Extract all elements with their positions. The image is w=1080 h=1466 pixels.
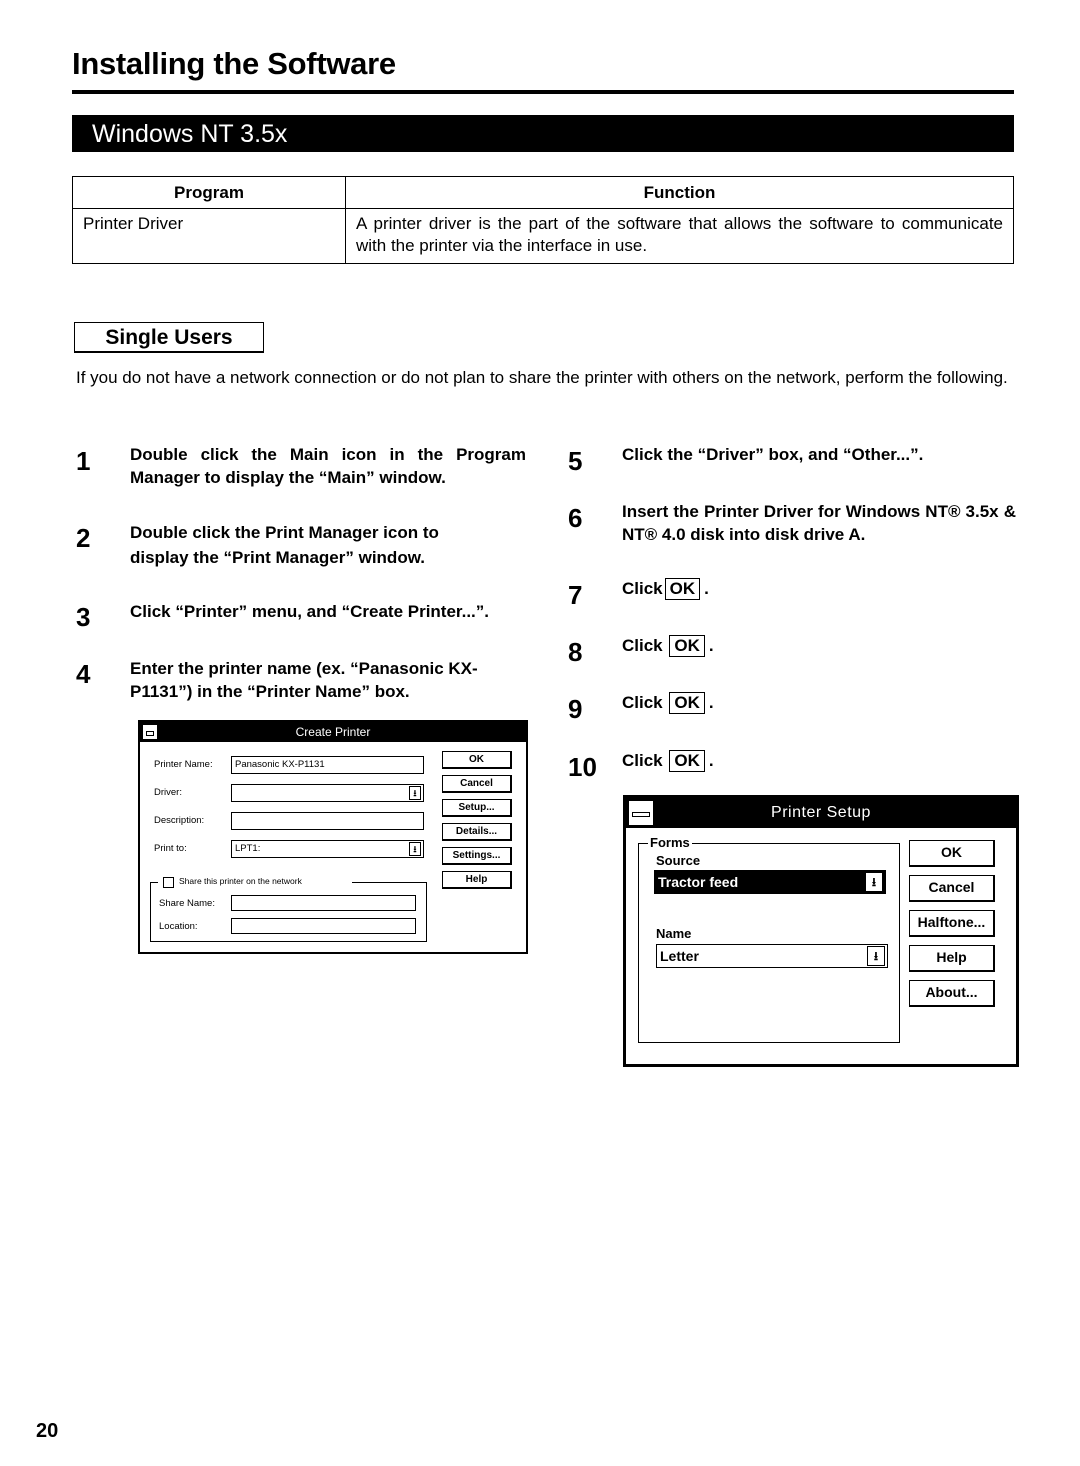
dialog-title-bar: Printer Setup bbox=[626, 798, 1016, 828]
step-number: 1 bbox=[76, 446, 91, 476]
details-button[interactable]: Details... bbox=[442, 823, 512, 841]
print-to-label: Print to: bbox=[154, 843, 187, 854]
source-dropdown[interactable]: Tractor feed ⭳ bbox=[654, 870, 886, 894]
share-checkbox-label: Share this printer on the network bbox=[179, 876, 302, 886]
share-name-field[interactable] bbox=[231, 895, 416, 911]
dialog-title: Create Printer bbox=[295, 725, 371, 739]
about-button[interactable]: About... bbox=[909, 980, 995, 1007]
ok-button-reference: OK bbox=[669, 692, 705, 714]
dialog-title: Printer Setup bbox=[771, 804, 871, 821]
share-checkbox[interactable] bbox=[163, 877, 174, 888]
share-name-label: Share Name: bbox=[159, 898, 215, 909]
step-text: Click “Printer” menu, and “Create Printe… bbox=[130, 602, 489, 621]
ok-button[interactable]: OK bbox=[442, 751, 512, 769]
step-number: 5 bbox=[568, 446, 583, 476]
step-number: 7 bbox=[568, 580, 583, 610]
printer-name-field[interactable]: Panasonic KX-P1131 bbox=[231, 756, 424, 774]
location-field[interactable] bbox=[231, 918, 416, 934]
table-cell-function: A printer driver is the part of the soft… bbox=[345, 208, 1014, 264]
create-printer-dialog: Create Printer Printer Name: Panasonic K… bbox=[138, 720, 528, 954]
step-number: 4 bbox=[76, 659, 91, 689]
ok-button[interactable]: OK bbox=[909, 840, 995, 867]
cancel-button[interactable]: Cancel bbox=[909, 875, 995, 902]
step-number: 8 bbox=[568, 637, 583, 667]
printer-setup-dialog: Printer Setup Forms Source Tractor feed … bbox=[623, 795, 1019, 1067]
os-banner: Windows NT 3.5x bbox=[72, 115, 1014, 152]
program-function-table: Program Function Printer Driver A printe… bbox=[72, 176, 1014, 264]
page-title: Installing the Software bbox=[72, 46, 396, 81]
dialog-title-bar: Create Printer bbox=[140, 722, 526, 742]
step-number: 2 bbox=[76, 523, 91, 553]
ok-button-reference: OK bbox=[669, 750, 705, 772]
step-number: 3 bbox=[76, 602, 91, 632]
location-label: Location: bbox=[159, 921, 198, 932]
table-header-function: Function bbox=[345, 176, 1014, 209]
down-arrow-icon[interactable]: ⭳ bbox=[409, 842, 421, 856]
step-text: Click OK. bbox=[622, 578, 709, 600]
source-label: Source bbox=[656, 853, 701, 868]
halftone-button[interactable]: Halftone... bbox=[909, 910, 995, 937]
title-rule bbox=[72, 90, 1014, 94]
step-text: Insert the Printer Driver for Windows NT… bbox=[622, 502, 1016, 544]
down-arrow-icon[interactable]: ⭳ bbox=[867, 946, 885, 966]
forms-group-label: Forms bbox=[648, 835, 692, 850]
settings-button[interactable]: Settings... bbox=[442, 847, 512, 865]
setup-button[interactable]: Setup... bbox=[442, 799, 512, 817]
step-text: Enter the printer name (ex. “Panasonic K… bbox=[130, 659, 478, 701]
step-text: Click OK. bbox=[622, 750, 714, 772]
intro-paragraph: If you do not have a network connection … bbox=[76, 368, 1008, 387]
cancel-button[interactable]: Cancel bbox=[442, 775, 512, 793]
system-menu-icon[interactable] bbox=[628, 800, 654, 826]
step-text: Click OK. bbox=[622, 635, 714, 657]
help-button[interactable]: Help bbox=[442, 871, 512, 889]
down-arrow-icon[interactable]: ⭳ bbox=[409, 786, 421, 800]
page-number: 20 bbox=[36, 1420, 59, 1442]
printer-name-label: Printer Name: bbox=[154, 759, 213, 770]
section-heading-single-users: Single Users bbox=[74, 322, 264, 353]
group-border bbox=[352, 882, 427, 883]
step-text: Click OK. bbox=[622, 692, 714, 714]
driver-label: Driver: bbox=[154, 787, 182, 798]
step-number: 6 bbox=[568, 503, 583, 533]
name-label: Name bbox=[656, 926, 692, 941]
down-arrow-icon[interactable]: ⭳ bbox=[865, 872, 883, 892]
group-border bbox=[150, 882, 158, 883]
system-menu-icon[interactable] bbox=[142, 724, 158, 740]
ok-button-reference: OK bbox=[664, 578, 701, 600]
table-header-program: Program bbox=[72, 176, 346, 209]
step-text: Double click the Print Manager icon to d… bbox=[130, 523, 439, 567]
step-number: 9 bbox=[568, 694, 583, 724]
ok-button-reference: OK bbox=[669, 635, 705, 657]
print-to-dropdown[interactable]: LPT1: ⭳ bbox=[231, 840, 424, 858]
driver-dropdown[interactable]: ⭳ bbox=[231, 784, 424, 802]
description-label: Description: bbox=[154, 815, 205, 826]
step-text: Double click the Main icon in the Progra… bbox=[130, 445, 526, 487]
help-button[interactable]: Help bbox=[909, 945, 995, 972]
description-field[interactable] bbox=[231, 812, 424, 830]
form-name-dropdown[interactable]: Letter ⭳ bbox=[656, 944, 888, 968]
step-number: 10 bbox=[568, 752, 597, 782]
table-cell-program: Printer Driver bbox=[72, 208, 346, 264]
step-text: Click the “Driver” box, and “Other...”. bbox=[622, 445, 924, 464]
table-row: Printer Driver A printer driver is the p… bbox=[72, 208, 1014, 264]
